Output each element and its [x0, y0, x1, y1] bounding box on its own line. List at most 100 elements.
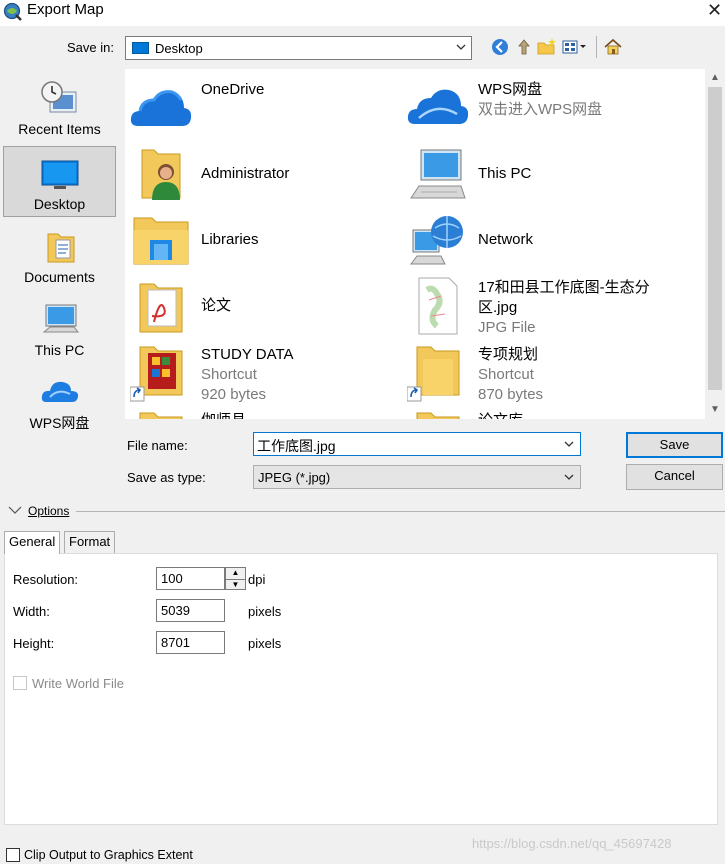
save-in-value: Desktop — [155, 41, 203, 56]
file-subtitle: 双击进入WPS网盘 — [478, 101, 603, 118]
wps-cloud-icon — [41, 381, 79, 402]
new-folder-icon[interactable] — [537, 37, 557, 57]
user-folder-icon — [141, 149, 181, 200]
folder-icon — [139, 412, 183, 419]
save-in-dropdown[interactable]: Desktop — [125, 36, 472, 60]
list-item-jiashi[interactable]: 伽师县 — [130, 409, 400, 419]
onedrive-icon — [130, 90, 192, 126]
list-item-administrator[interactable]: Administrator — [130, 144, 400, 204]
pdf-folder-icon — [139, 283, 183, 333]
resolution-input[interactable]: 100 — [156, 567, 225, 590]
file-name: Network — [478, 231, 534, 248]
clip-output-label: Clip Output to Graphics Extent — [24, 848, 193, 862]
list-item-lunwen[interactable]: 论文 — [130, 276, 400, 336]
this-pc-icon — [410, 149, 466, 199]
file-name: Administrator — [201, 165, 290, 182]
file-type: Shortcut — [478, 366, 534, 383]
jpg-file-icon — [418, 277, 458, 335]
tab-general[interactable]: General — [4, 531, 61, 554]
close-button[interactable]: ✕ — [704, 0, 725, 22]
list-item-lunwenku[interactable]: 论文库 — [407, 409, 697, 419]
tab-format[interactable]: Format — [64, 531, 116, 553]
list-item-network[interactable]: Network — [407, 210, 697, 270]
libraries-icon — [133, 217, 189, 265]
place-recent-items[interactable]: Recent Items — [3, 71, 116, 142]
watermark: https://blog.csdn.net/qq_45697428 — [472, 836, 672, 851]
resolution-label: Resolution: — [13, 572, 79, 587]
list-item-onedrive[interactable]: OneDrive — [130, 78, 400, 138]
place-label: Documents — [24, 269, 95, 285]
file-name: 伽师县 — [201, 411, 246, 419]
list-item-jpg-file[interactable]: 17和田县工作底图-生态分 区.jpg JPG File — [407, 276, 697, 336]
file-name: WPS网盘 — [478, 81, 543, 98]
width-label: Width: — [13, 604, 50, 619]
list-item-this-pc[interactable]: This PC — [407, 144, 697, 204]
chevron-down-icon[interactable] — [8, 505, 22, 515]
resolution-unit: dpi — [248, 572, 266, 587]
documents-icon — [47, 233, 75, 263]
save-in-label: Save in: — [67, 40, 114, 55]
resolution-spinner[interactable]: ▲ ▼ — [225, 567, 246, 590]
file-name: OneDrive — [201, 81, 265, 98]
place-label: Desktop — [33, 196, 86, 212]
file-size: 870 bytes — [478, 386, 544, 403]
save-as-type-dropdown[interactable]: JPEG (*.jpg) — [253, 465, 581, 489]
chevron-down-icon[interactable] — [563, 438, 575, 450]
height-label: Height: — [13, 636, 55, 651]
cancel-button[interactable]: Cancel — [626, 464, 723, 490]
clip-output-checkbox[interactable] — [6, 848, 20, 862]
toolbar-divider — [596, 36, 597, 58]
place-this-pc[interactable]: This PC — [3, 292, 116, 363]
file-name: 17和田县工作底图-生态分 — [478, 279, 650, 296]
file-name: 专项规划 — [478, 346, 539, 363]
spin-down-icon[interactable]: ▼ — [226, 579, 245, 589]
folder-icon — [416, 412, 460, 419]
file-name: This PC — [478, 165, 532, 182]
chevron-down-icon — [564, 474, 574, 480]
save-as-type-value: JPEG (*.jpg) — [258, 470, 331, 485]
view-menu-icon[interactable] — [561, 37, 591, 57]
list-item-study-data[interactable]: STUDY DATA Shortcut 920 bytes — [130, 343, 400, 403]
scrollbar-thumb[interactable] — [708, 87, 722, 390]
save-button[interactable]: Save — [626, 432, 723, 458]
this-pc-icon — [42, 304, 80, 333]
shortcut-folder-icon — [130, 346, 183, 402]
network-icon — [410, 216, 463, 265]
place-wps-cloud[interactable]: WPS网盘 — [3, 365, 116, 436]
width-unit: pixels — [248, 604, 282, 619]
file-name-continued: 区.jpg — [478, 299, 518, 316]
place-label: This PC — [34, 342, 85, 358]
spin-up-icon[interactable]: ▲ — [226, 568, 245, 578]
options-divider — [76, 511, 725, 512]
desktop-icon — [132, 42, 149, 54]
height-input[interactable]: 8701 — [156, 631, 225, 654]
back-icon[interactable] — [490, 37, 510, 57]
scroll-down-icon[interactable]: ▼ — [708, 403, 722, 417]
chevron-down-icon — [456, 44, 466, 50]
title-bar: Export Map ✕ — [0, 0, 725, 26]
desktop-icon — [41, 160, 79, 189]
home-icon[interactable] — [603, 37, 623, 57]
list-item-wps-cloud[interactable]: WPS网盘 双击进入WPS网盘 — [407, 78, 697, 138]
file-name: 论文 — [201, 297, 232, 314]
wps-cloud-icon — [407, 89, 469, 124]
place-label: Recent Items — [18, 121, 101, 137]
save-as-type-label: Save as type: — [127, 470, 206, 485]
file-name-input[interactable]: 工作底图.jpg — [253, 432, 581, 456]
scroll-up-icon[interactable]: ▲ — [708, 71, 722, 85]
write-world-file-checkbox[interactable] — [13, 676, 27, 690]
file-list[interactable]: OneDrive WPS网盘 双击进入WPS网盘 Administrator T… — [125, 69, 705, 419]
file-name-label: File name: — [127, 438, 188, 453]
file-list-scrollbar[interactable]: ▲ ▼ — [705, 69, 725, 419]
place-desktop[interactable]: Desktop — [3, 146, 116, 217]
file-size: 920 bytes — [201, 386, 267, 403]
width-input[interactable]: 5039 — [156, 599, 225, 622]
place-documents[interactable]: Documents — [3, 219, 116, 290]
list-item-zhuanxiang[interactable]: 专项规划 Shortcut 870 bytes — [407, 343, 697, 403]
list-item-libraries[interactable]: Libraries — [130, 210, 400, 270]
arcgis-app-icon — [3, 2, 22, 21]
up-folder-icon[interactable] — [514, 37, 534, 57]
file-name: 论文库 — [478, 411, 523, 419]
window-title: Export Map — [27, 1, 104, 18]
options-toggle[interactable]: Options — [28, 504, 69, 518]
